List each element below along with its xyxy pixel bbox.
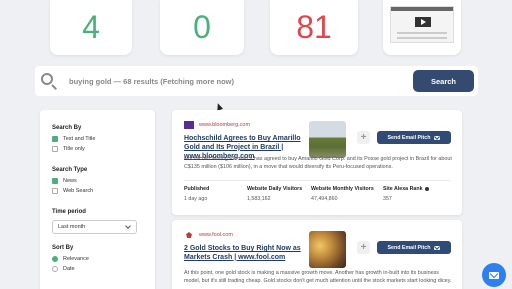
search-by-text-and-title[interactable]: Text and Title <box>52 136 143 142</box>
search-bar: buying gold — 68 results (Fetching more … <box>35 66 478 96</box>
search-type-title: Search Type <box>52 167 88 173</box>
fool-favicon-icon <box>184 231 194 239</box>
info-icon[interactable] <box>424 186 429 191</box>
radio-icon[interactable] <box>52 266 58 272</box>
video-thumbnail-card[interactable] <box>383 0 461 55</box>
radio-checked-icon[interactable] <box>52 256 58 262</box>
checkbox-icon[interactable] <box>52 188 58 194</box>
send-email-pitch-button[interactable]: Send Email Pitch <box>377 131 451 144</box>
stat-monthly-visitors: Website Monthly Visitors 47,494,860 <box>311 186 374 202</box>
search-icon <box>39 71 59 91</box>
checkbox-checked-icon[interactable] <box>52 178 58 184</box>
bloomberg-favicon-icon <box>184 121 194 129</box>
stat-card-3: 81 <box>270 0 358 55</box>
stat-daily-visitors: Website Daily Visitors 1,583,162 <box>247 186 303 202</box>
result-source[interactable]: www.fool.com <box>199 232 233 238</box>
result-title[interactable]: 2 Gold Stocks to Buy Right Now as Market… <box>184 245 302 263</box>
chat-button[interactable] <box>482 263 506 287</box>
mail-icon <box>434 135 441 140</box>
time-period-title: Time period <box>52 209 86 215</box>
checkbox-checked-icon[interactable] <box>52 136 58 142</box>
search-input[interactable]: buying gold — 68 results (Fetching more … <box>69 77 413 86</box>
send-email-pitch-button[interactable]: Send Email Pitch <box>377 241 451 254</box>
search-button[interactable]: Search <box>413 70 474 92</box>
search-type-web[interactable]: Web Search <box>52 188 143 194</box>
result-thumbnail <box>309 231 346 268</box>
time-period-select[interactable]: Last month <box>52 220 137 234</box>
search-by-title: Search By <box>52 125 82 131</box>
sort-by-date[interactable]: Date <box>52 266 143 272</box>
result-card: www.fool.com 2 Gold Stocks to Buy Right … <box>172 220 462 289</box>
result-snippet: Hochschild Mining Plc said it has agreed… <box>184 156 452 170</box>
chevron-down-icon <box>125 223 131 229</box>
result-stats: Published 1 day ago Website Daily Visito… <box>184 186 449 202</box>
search-type-news[interactable]: News <box>52 178 143 184</box>
checkbox-icon[interactable] <box>52 146 58 152</box>
mail-icon <box>434 245 441 250</box>
stat-card-2: 0 <box>160 0 244 55</box>
stat-published: Published 1 day ago <box>184 186 210 202</box>
search-by-title-only[interactable]: Title only <box>52 146 143 152</box>
video-thumbnail[interactable] <box>390 6 454 43</box>
sort-by-title: Sort By <box>52 245 74 251</box>
divider <box>184 180 450 181</box>
envelope-icon <box>489 271 499 279</box>
add-button[interactable]: + <box>357 241 370 254</box>
result-thumbnail <box>309 121 346 158</box>
filter-sidebar: Search By Text and Title Title only Sear… <box>40 110 155 289</box>
sort-by-relevance[interactable]: Relevance <box>52 256 143 262</box>
stat-card-1: 4 <box>50 0 132 55</box>
stat-alexa-rank: Site Alexa Rank 357 <box>383 186 429 202</box>
add-button[interactable]: + <box>357 131 370 144</box>
result-snippet: At this point, one gold stock is making … <box>184 270 452 284</box>
result-card: www.bloomberg.com Hochschild Agrees to B… <box>172 110 462 215</box>
result-source[interactable]: www.bloomberg.com <box>199 122 250 128</box>
